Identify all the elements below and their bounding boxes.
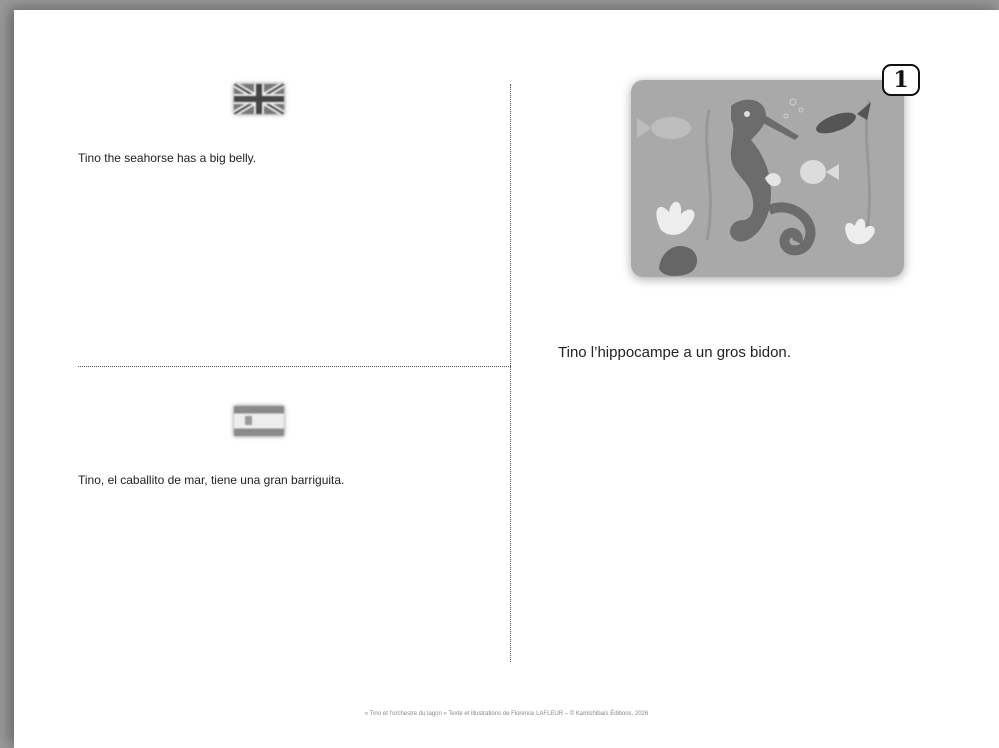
spain-flag-icon xyxy=(234,406,284,436)
english-text: Tino the seahorse has a big belly. xyxy=(78,151,257,165)
page-number-badge: 1 xyxy=(882,64,920,96)
seahorse-illustration xyxy=(631,80,904,277)
document-page: Tino the seahorse has a big belly. Tino,… xyxy=(14,10,999,748)
horizontal-dotted-divider xyxy=(78,366,511,367)
spanish-text: Tino, el caballito de mar, tiene una gra… xyxy=(78,473,345,487)
vertical-dotted-divider xyxy=(510,84,511,662)
footer-credit: « Tino et l’orchestre du lagon » Texte e… xyxy=(364,711,649,717)
french-text: Tino l’hippocampe a un gros bidon. xyxy=(558,344,791,361)
uk-flag-icon xyxy=(234,84,284,114)
